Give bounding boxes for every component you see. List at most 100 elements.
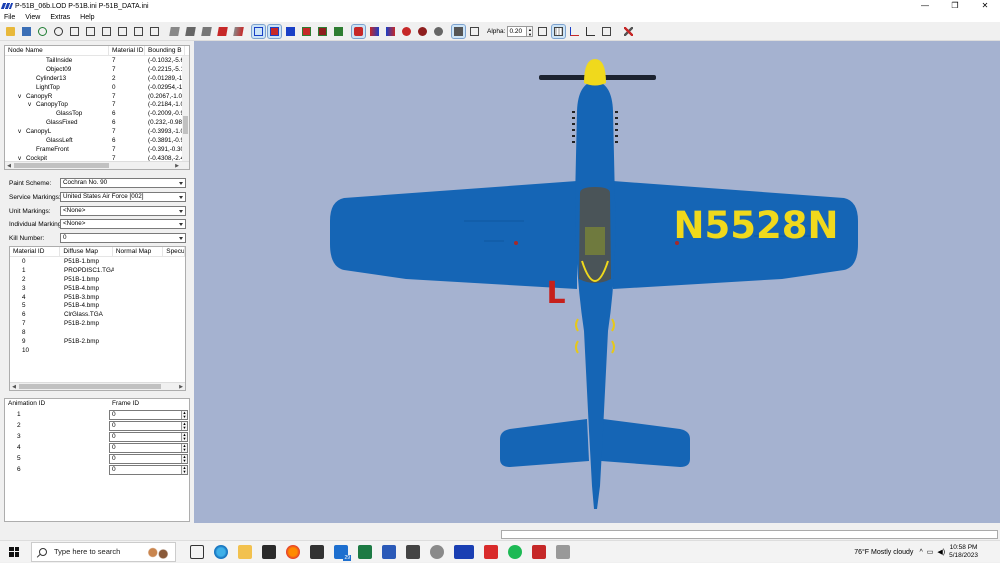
- material-row[interactable]: 10: [10, 346, 185, 355]
- material-row[interactable]: 4 P51B-3.bmp: [10, 293, 185, 302]
- alpha-spinner[interactable]: ▲ ▼: [527, 26, 534, 37]
- volume-icon[interactable]: ◀): [937, 548, 945, 556]
- menu-help[interactable]: Help: [80, 14, 94, 21]
- shade-smooth-icon[interactable]: [184, 25, 197, 38]
- word-icon[interactable]: [382, 544, 396, 559]
- kill-number-dropdown[interactable]: 0: [60, 233, 186, 243]
- materials-panel[interactable]: Material ID Diffuse Map Normal Map Specu…: [9, 246, 186, 391]
- close-button[interactable]: ✕: [970, 0, 1000, 12]
- node-tree-vscroll[interactable]: [182, 56, 189, 161]
- minimize-button[interactable]: —: [910, 0, 940, 12]
- mesh-red-blue-icon[interactable]: [368, 25, 381, 38]
- service-markings-dropdown[interactable]: United States Air Force [002]: [60, 192, 186, 202]
- graph-icon[interactable]: [584, 25, 597, 38]
- unit-markings-dropdown[interactable]: <None>: [60, 206, 186, 216]
- shade-gray-icon[interactable]: [200, 25, 213, 38]
- col-material-id[interactable]: Material ID: [10, 247, 61, 257]
- node-tree-panel[interactable]: Node Name Material ID Bounding B TailIns…: [4, 45, 190, 170]
- view-top-icon[interactable]: [132, 25, 145, 38]
- material-row[interactable]: 3 P51B-4.bmp: [10, 284, 185, 293]
- clock[interactable]: 10:58 PM 5/18/2023: [949, 544, 978, 560]
- tree-row[interactable]: v CanopyTop 7 (-0.2184,-1.0: [5, 100, 189, 109]
- shade-flat-icon[interactable]: [168, 25, 181, 38]
- notion-icon[interactable]: [310, 544, 324, 559]
- bbox-green-icon[interactable]: [300, 25, 313, 38]
- frame-id-spinner[interactable]: 0 ▲ ▼: [109, 409, 188, 420]
- shade-red-icon[interactable]: [216, 25, 229, 38]
- material-row[interactable]: 9 P51B-2.bmp: [10, 337, 185, 346]
- spotify-icon[interactable]: [508, 544, 522, 559]
- chevron-up-icon[interactable]: ^: [919, 549, 922, 556]
- calculator-icon[interactable]: [406, 544, 420, 559]
- windows-start-icon[interactable]: [9, 546, 19, 557]
- tree-row[interactable]: Object09 7 (-0.2215,-5.1: [5, 65, 189, 74]
- shade-mixed-icon[interactable]: [232, 25, 245, 38]
- alpha-input[interactable]: [507, 26, 528, 37]
- col-normal-map[interactable]: Normal Map: [113, 247, 164, 257]
- maximize-button[interactable]: ❐: [940, 0, 970, 12]
- menu-view[interactable]: View: [25, 14, 40, 21]
- frame-id-spinner[interactable]: 0 ▲ ▼: [109, 453, 188, 464]
- bbox-green-dark-icon[interactable]: [332, 25, 345, 38]
- tree-row[interactable]: FrameFront 7 (-0.391,-0.30: [5, 145, 189, 154]
- frame-id-spinner[interactable]: 0 ▲ ▼: [109, 431, 188, 442]
- weather-widget[interactable]: 76°F Mostly cloudy: [854, 549, 913, 556]
- alpha-cube-icon[interactable]: [468, 25, 481, 38]
- 3d-viewport[interactable]: N5528N L: [194, 41, 1000, 523]
- bounds-icon[interactable]: [536, 25, 549, 38]
- view-bottom-icon[interactable]: [148, 25, 161, 38]
- material-row[interactable]: 0 P51B-1.bmp: [10, 257, 185, 266]
- tree-row[interactable]: LightTop 0 (-0.02954,-1.: [5, 83, 189, 92]
- tree-row[interactable]: v CanopyR 7 (0.2067,-1.01: [5, 92, 189, 101]
- frame-id-spinner[interactable]: 0 ▲ ▼: [109, 420, 188, 431]
- tree-row[interactable]: GlassLeft 6 (-0.3891,-0.9: [5, 136, 189, 145]
- excel-icon[interactable]: [358, 544, 372, 559]
- material-row[interactable]: 7 P51B-2.bmp: [10, 319, 185, 328]
- col-specular[interactable]: Specu: [163, 247, 185, 257]
- material-row[interactable]: 8: [10, 328, 185, 337]
- col-material-id[interactable]: Material ID: [109, 46, 145, 56]
- bbox-blue-red-icon[interactable]: [267, 24, 282, 39]
- tree-row[interactable]: GlassFixed 6 (0.232,-0.989: [5, 118, 189, 127]
- individual-markings-dropdown[interactable]: <None>: [60, 219, 186, 229]
- animation-panel[interactable]: Animation ID Frame ID 1 0 ▲ ▼ 2 0 ▲ ▼ 3 0 ▲ ▼ 4 0 ▲ ▼ 5 0…: [4, 398, 190, 522]
- material-row[interactable]: 2 P51B-1.bmp: [10, 275, 185, 284]
- paint-scheme-dropdown[interactable]: Cochran No. 90: [60, 178, 186, 188]
- grid-icon[interactable]: [551, 24, 567, 39]
- acrobat-icon[interactable]: [484, 544, 498, 559]
- view-back-icon[interactable]: [84, 25, 97, 38]
- taskbar-search[interactable]: Type here to search: [31, 541, 176, 562]
- bbox-green-red-icon[interactable]: [316, 25, 329, 38]
- tree-row[interactable]: TailInside 7 (-0.1032,-5.6: [5, 56, 189, 65]
- menu-file[interactable]: File: [4, 14, 15, 21]
- view-right-icon[interactable]: [116, 25, 129, 38]
- texture-icon[interactable]: [36, 25, 49, 38]
- app-gray-icon[interactable]: [430, 544, 444, 559]
- tree-row[interactable]: v CanopyL 7 (-0.3993,-1.0: [5, 127, 189, 136]
- node-gray-icon[interactable]: [432, 25, 445, 38]
- bbox-blue-icon[interactable]: [251, 24, 266, 39]
- bbox-dark-icon[interactable]: [284, 25, 297, 38]
- frame-id-spinner[interactable]: 0 ▲ ▼: [109, 464, 188, 475]
- mesh-blue-red-icon[interactable]: [384, 25, 397, 38]
- material-row[interactable]: 1 PROPDISC1.TGA: [10, 266, 185, 275]
- material-row[interactable]: 6 ClrGlass.TGA: [10, 310, 185, 319]
- frame-id-spinner[interactable]: 0 ▲ ▼: [109, 442, 188, 453]
- tools-icon[interactable]: [622, 25, 635, 38]
- col-node-name[interactable]: Node Name: [5, 46, 109, 56]
- axis-icon[interactable]: [568, 25, 581, 38]
- menu-extras[interactable]: Extras: [50, 14, 70, 21]
- view-left-icon[interactable]: [100, 25, 113, 38]
- network-icon[interactable]: ▭: [927, 548, 934, 556]
- lod-viewer-taskbar-icon[interactable]: [454, 544, 474, 559]
- tree-row[interactable]: GlassTop 6 (-0.2009,-0.9: [5, 109, 189, 118]
- open-folder-icon[interactable]: [4, 25, 17, 38]
- node-red-icon[interactable]: [400, 25, 413, 38]
- shield-app-icon[interactable]: [532, 544, 546, 559]
- col-bounding-box[interactable]: Bounding B: [145, 46, 185, 56]
- task-view-icon[interactable]: [190, 544, 204, 559]
- node-tree-hscroll[interactable]: ◀ ▶: [5, 161, 189, 169]
- save-icon[interactable]: [20, 25, 33, 38]
- view-front-icon[interactable]: [68, 25, 81, 38]
- zoom-icon[interactable]: [52, 25, 65, 38]
